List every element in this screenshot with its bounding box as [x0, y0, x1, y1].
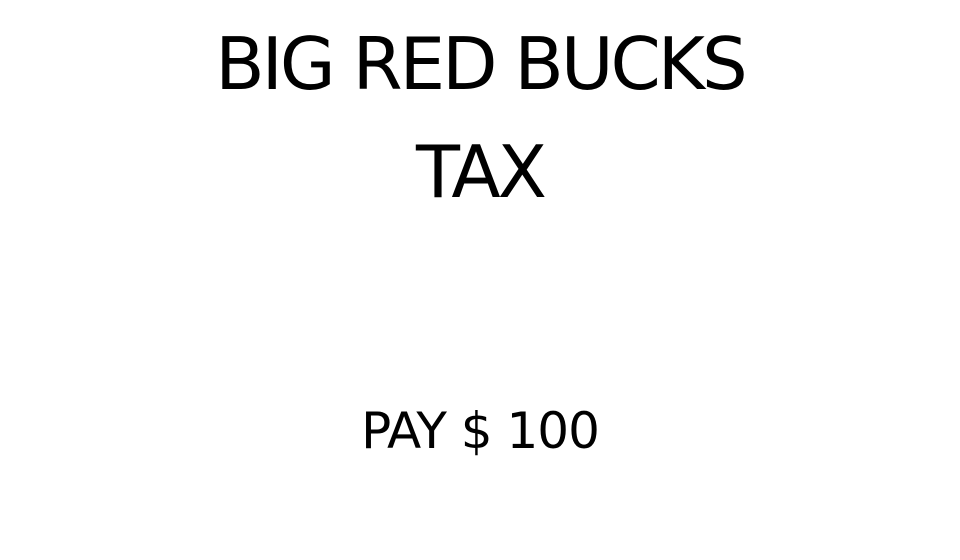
tax-card: BIG RED BUCKS TAX PAY $ 100 [0, 0, 960, 560]
payment-amount: PAY $ 100 [361, 402, 600, 460]
card-title-line-2: TAX [416, 130, 547, 214]
card-title-line-1: BIG RED BUCKS [215, 22, 747, 106]
